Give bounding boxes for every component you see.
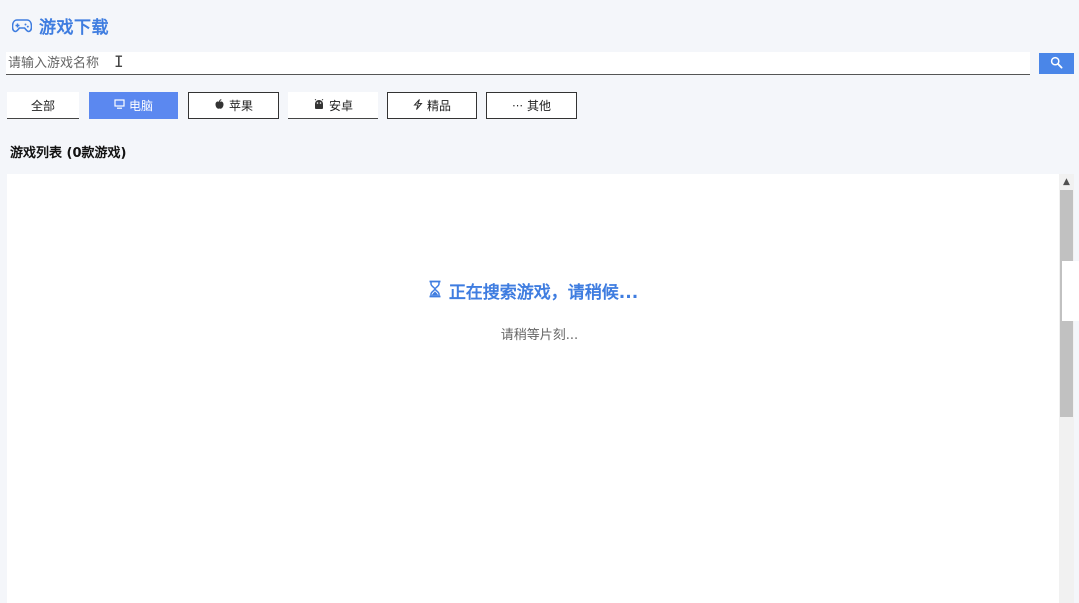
ellipsis-icon: ⋯	[511, 99, 523, 112]
android-icon	[313, 98, 325, 112]
loading-text: 正在搜索游戏，请稍候...	[448, 283, 639, 303]
tab-label: 安卓	[328, 98, 353, 113]
loading-subtext: 请稍等片刻...	[500, 328, 579, 343]
app-title: 游戏下载	[12, 11, 109, 39]
search-icon	[1050, 56, 1063, 72]
search-button[interactable]	[1039, 53, 1074, 74]
tab-apple[interactable]: 苹果	[188, 92, 279, 119]
tab-label: 其他	[526, 99, 551, 113]
window-edge-notch	[1062, 261, 1079, 321]
game-list-panel	[7, 174, 1059, 603]
apple-icon	[214, 99, 225, 112]
game-list-heading: 游戏列表 (0款游戏)	[10, 146, 127, 161]
tab-all[interactable]: 全部	[7, 92, 79, 119]
hourglass-icon	[428, 280, 442, 302]
tab-featured[interactable]: 精品	[387, 92, 477, 119]
monitor-icon	[114, 99, 125, 111]
tab-pc[interactable]: 电脑	[89, 92, 178, 119]
text-cursor-icon: I	[114, 52, 124, 71]
tab-android[interactable]: 安卓	[288, 92, 378, 119]
loading-indicator: 正在搜索游戏，请稍候...	[0, 278, 1066, 303]
gamepad-icon	[12, 17, 32, 33]
tab-label: 全部	[30, 98, 55, 113]
search-input[interactable]	[6, 52, 1030, 75]
lightning-icon	[413, 99, 423, 112]
scroll-up-arrow-icon[interactable]: ▲	[1059, 175, 1074, 189]
tab-label: 电脑	[128, 98, 153, 113]
tab-label: 精品	[426, 99, 451, 113]
tab-other[interactable]: ⋯ 其他	[486, 92, 577, 119]
page-title: 游戏下载	[39, 17, 109, 38]
tab-label: 苹果	[228, 99, 253, 113]
